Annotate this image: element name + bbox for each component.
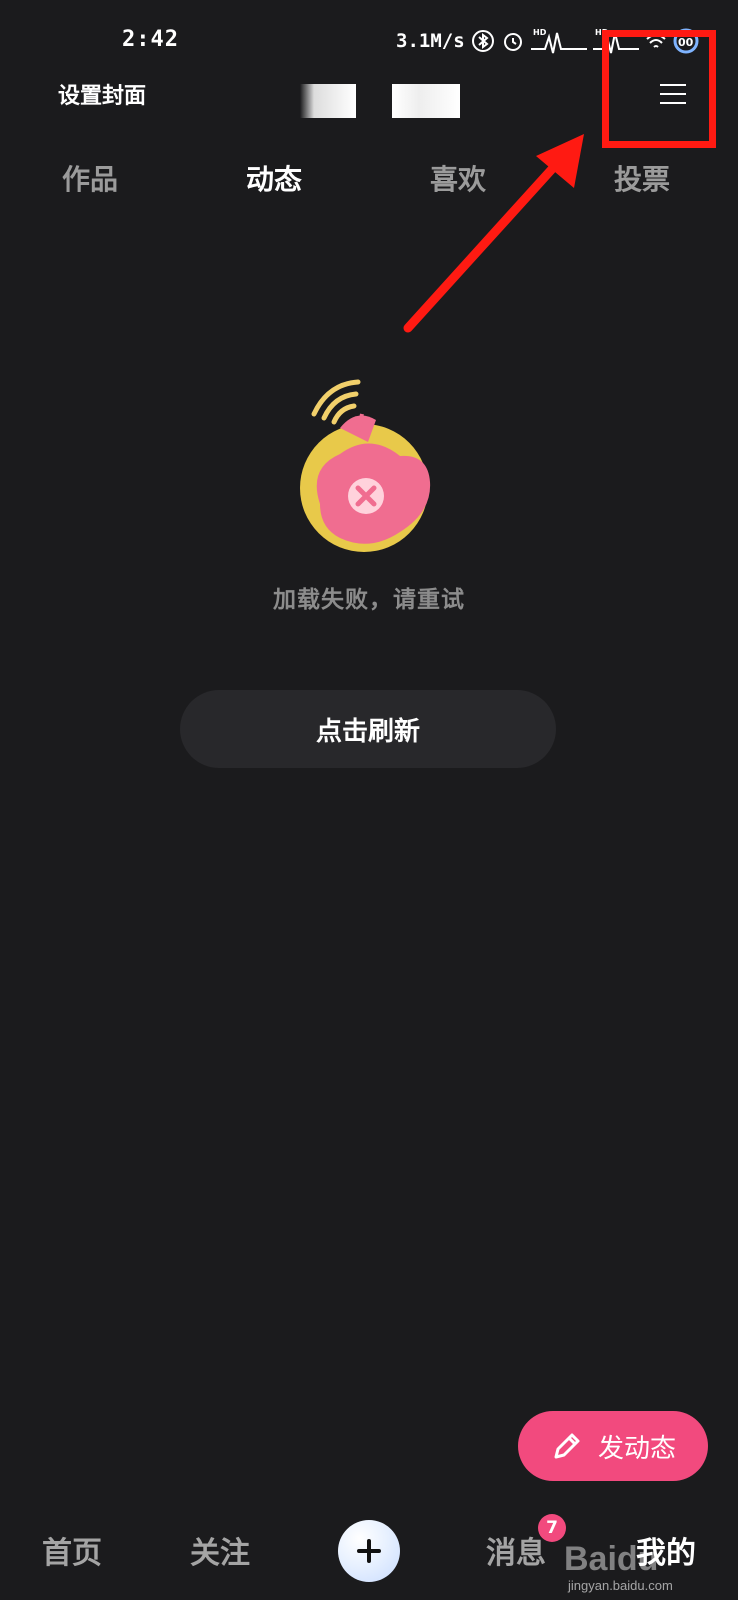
nav-home[interactable]: 首页 [42, 1528, 102, 1572]
tab-works[interactable]: 作品 [62, 158, 118, 198]
bluetooth-icon [471, 30, 494, 52]
hd-signal-icon: HD [530, 28, 587, 54]
error-message: 加载失败，请重试 [273, 587, 465, 613]
post-update-button[interactable]: 发动态 [518, 1411, 708, 1481]
plus-icon [357, 1539, 381, 1563]
alarm-icon [503, 33, 522, 51]
profile-tabs: 作品 动态 喜欢 投票 [0, 158, 738, 208]
nav-follow[interactable]: 关注 [190, 1528, 250, 1572]
create-button[interactable] [338, 1520, 400, 1582]
net-speed: 3.1M/s [396, 30, 465, 52]
refresh-button[interactable]: 点击刷新 [180, 690, 556, 768]
nav-messages[interactable]: 消息 [486, 1528, 546, 1572]
highlight-box [602, 30, 716, 148]
post-update-label: 发动态 [597, 1433, 676, 1464]
baidu-watermark: Baidu [564, 1540, 659, 1578]
username-redacted [392, 84, 460, 118]
username-redacted [300, 84, 356, 118]
broken-satellite-icon [300, 379, 431, 552]
svg-text:HD: HD [533, 28, 547, 37]
tab-likes[interactable]: 喜欢 [430, 158, 486, 198]
status-time: 2:42 [122, 27, 179, 52]
tab-votes[interactable]: 投票 [614, 158, 670, 198]
pencil-icon [554, 1433, 580, 1459]
refresh-button-label: 点击刷新 [315, 716, 420, 747]
set-cover-button[interactable]: 设置封面 [58, 78, 146, 110]
watermark-url: jingyan.baidu.com [568, 1578, 673, 1593]
messages-badge: 7 [538, 1514, 566, 1542]
tab-updates[interactable]: 动态 [246, 158, 302, 198]
